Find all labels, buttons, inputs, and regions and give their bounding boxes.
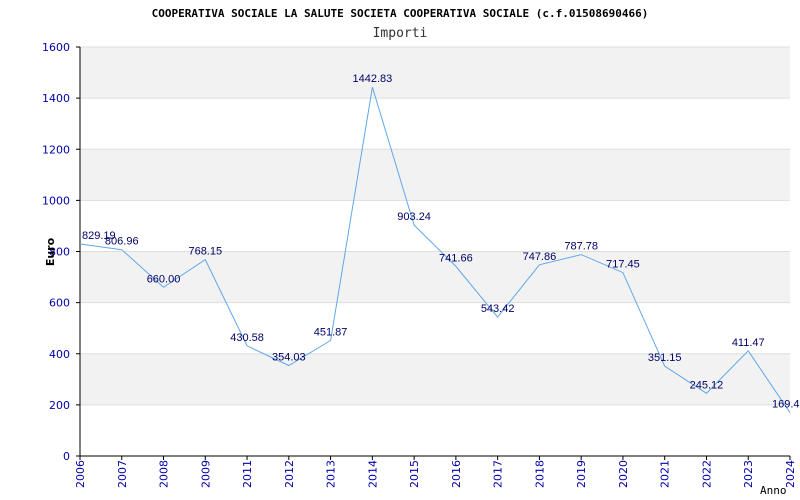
data-label: 245.12 xyxy=(690,379,724,391)
chart-title: COOPERATIVA SOCIALE LA SALUTE SOCIETA CO… xyxy=(152,7,649,20)
data-label: 543.42 xyxy=(481,303,515,315)
y-tick-label: 0 xyxy=(63,450,70,463)
x-tick-label: 2013 xyxy=(325,460,338,488)
data-label: 903.24 xyxy=(397,211,431,223)
data-label: 660.00 xyxy=(147,273,181,285)
grid-bands xyxy=(80,47,790,405)
x-tick-label: 2016 xyxy=(450,460,463,488)
data-label: 169.48 xyxy=(772,399,800,411)
x-tick-label: 2017 xyxy=(492,460,505,488)
x-tick-label: 2021 xyxy=(659,460,672,488)
x-tick-label: 2018 xyxy=(533,460,546,488)
data-label: 451.87 xyxy=(314,326,348,338)
x-tick-label: 2007 xyxy=(116,460,129,488)
x-tick-labels: 2006 2007 2008 2009 2011 2012 2013 2014 2015 2016… xyxy=(74,456,797,488)
y-tick-label: 1600 xyxy=(42,41,70,54)
x-tick-label: 2008 xyxy=(158,460,171,488)
data-label: 787.78 xyxy=(564,241,598,253)
grid-band xyxy=(80,47,790,99)
data-label: 411.47 xyxy=(732,337,765,349)
x-tick-label: 2014 xyxy=(366,460,379,488)
x-tick-label: 2015 xyxy=(408,460,421,488)
x-tick-label: 2012 xyxy=(283,460,296,488)
y-axis-label: Euro xyxy=(44,237,57,266)
data-label: 354.03 xyxy=(272,352,306,364)
y-tick-label: 1200 xyxy=(42,143,70,156)
grid-band xyxy=(80,149,790,201)
chart-subtitle: Importi xyxy=(373,26,428,41)
data-label: 741.66 xyxy=(439,252,473,264)
x-tick-label: 2019 xyxy=(575,460,588,488)
data-label: 430.58 xyxy=(230,332,264,344)
y-tick-label: 1000 xyxy=(42,194,70,207)
data-label: 717.45 xyxy=(606,259,640,271)
x-tick-label: 2011 xyxy=(241,460,254,488)
data-label: 747.86 xyxy=(523,251,557,263)
y-tick-label: 1400 xyxy=(42,92,70,105)
y-tick-label: 600 xyxy=(49,297,70,310)
data-label: 351.15 xyxy=(648,352,682,364)
x-axis-label: Anno xyxy=(760,484,787,497)
data-label: 806.96 xyxy=(105,236,139,248)
grid-band xyxy=(80,251,790,303)
line-chart: COOPERATIVA SOCIALE LA SALUTE SOCIETA CO… xyxy=(42,7,800,497)
x-tick-label: 2023 xyxy=(742,460,755,488)
x-tick-label: 2009 xyxy=(199,460,212,488)
x-tick-label: 2022 xyxy=(700,460,713,488)
y-tick-label: 400 xyxy=(49,348,70,361)
data-label: 768.15 xyxy=(188,246,222,258)
x-tick-label: 2006 xyxy=(74,460,87,488)
x-tick-label: 2020 xyxy=(617,460,630,488)
y-tick-label: 200 xyxy=(49,399,70,412)
grid-band xyxy=(80,353,790,405)
data-label: 1442.83 xyxy=(352,73,392,85)
